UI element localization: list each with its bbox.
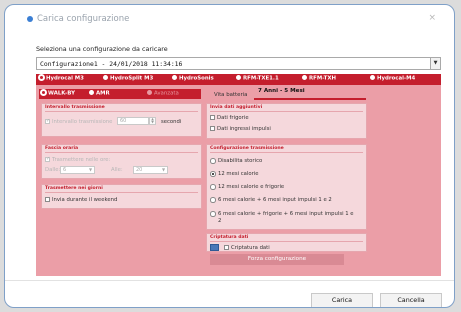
- option-label: 6 mesi calorie + frigorie + 6 mesi input…: [218, 211, 354, 217]
- option-label: 12 mesi calorie e frigorie: [218, 184, 285, 190]
- option-disable-history-radio[interactable]: [210, 158, 216, 164]
- option-12-months-heat-radio[interactable]: [210, 171, 216, 177]
- mode-walk-by[interactable]: WALK-BY: [41, 90, 75, 97]
- protocol-label: Hydrocal M3: [46, 75, 84, 82]
- divider: [210, 152, 363, 153]
- battery-underline: [254, 98, 366, 100]
- cancel-button[interactable]: Cancella: [380, 293, 442, 307]
- divider: [45, 111, 198, 112]
- mode-bar: WALK-BY AMR Avanzata: [39, 89, 201, 99]
- protocol-label: RFM-TXH: [309, 75, 336, 82]
- option-label: 12 mesi calorie: [218, 171, 259, 177]
- radio-icon: [302, 75, 307, 80]
- radio-icon: [103, 75, 108, 80]
- radio-selected-icon: [39, 75, 44, 80]
- time-window-checkbox[interactable]: [45, 156, 50, 162]
- weekend-label: Invia durante il weekend: [52, 197, 118, 203]
- encryption-group: Criptatura dati Criptatura dati: [206, 233, 367, 252]
- pulse-data-checkbox[interactable]: [210, 126, 215, 131]
- protocol-label: HydroSonis: [179, 75, 214, 82]
- load-button[interactable]: Carica: [311, 293, 373, 307]
- load-configuration-dialog: Carica configurazione × Seleziona una co…: [4, 4, 455, 308]
- option-label-continued: 2: [218, 218, 222, 224]
- protocol-label: Hydrocal-M4: [377, 75, 416, 82]
- protocol-hydrosonis[interactable]: HydroSonis: [172, 75, 214, 82]
- weekend-checkbox[interactable]: [45, 197, 50, 202]
- option-12-months-heat-cool-radio[interactable]: [210, 184, 216, 190]
- interval-stepper[interactable]: ▲ ▼: [149, 117, 156, 125]
- image-icon: [210, 244, 219, 251]
- chevron-down-icon: ▼: [89, 167, 93, 172]
- from-label: Dalle:: [45, 167, 61, 173]
- select-configuration-label: Seleziona una configurazione da caricare: [36, 45, 168, 53]
- protocol-rfm-txh[interactable]: RFM-TXH: [302, 75, 336, 82]
- group-title: Criptatura dati: [210, 235, 249, 240]
- mode-label: WALK-BY: [48, 90, 75, 97]
- divider: [210, 241, 363, 242]
- interval-unit: secondi: [161, 119, 182, 125]
- option-label: Disabilita storico: [218, 158, 263, 164]
- battery-value: 7 Anni - 5 Mesi: [258, 88, 305, 94]
- cooling-data-label: Dati frigorie: [217, 115, 249, 121]
- cooling-data-checkbox[interactable]: [210, 115, 215, 120]
- protocol-label: HydroSplit M3: [110, 75, 154, 82]
- mode-label: Avanzata: [154, 90, 179, 97]
- protocol-bar: Hydrocal M3 HydroSplit M3 HydroSonis RFM…: [36, 74, 441, 85]
- option-label: 6 mesi calorie + 6 mesi input impulsi 1 …: [218, 197, 332, 203]
- interval-input[interactable]: 60: [117, 117, 149, 125]
- configuration-select[interactable]: Configurazione1 - 24/01/2018 11:34:16 ▼: [36, 57, 441, 70]
- app-icon: [27, 16, 33, 22]
- radio-icon: [147, 90, 152, 95]
- divider: [45, 152, 198, 153]
- dialog-title: Carica configurazione: [37, 14, 130, 24]
- divider: [210, 111, 363, 112]
- force-configuration-button[interactable]: Forza configurazione: [210, 254, 344, 265]
- protocol-hydrocal-m3[interactable]: Hydrocal M3: [39, 75, 84, 82]
- protocol-hydrosplit-m3[interactable]: HydroSplit M3: [103, 75, 153, 82]
- mode-amr[interactable]: AMR: [89, 90, 110, 97]
- encryption-label: Criptatura dati: [231, 245, 270, 251]
- title-bar: Carica configurazione ×: [5, 5, 454, 31]
- protocol-rfm-txe[interactable]: RFM-TXE1.1: [236, 75, 279, 82]
- interval-group: Intervallo trasmissione Intervallo trasm…: [41, 103, 202, 137]
- radio-icon: [172, 75, 177, 80]
- group-title: Fascia oraria: [45, 146, 79, 151]
- close-icon[interactable]: ×: [428, 13, 436, 23]
- battery-label: Vita batteria: [214, 92, 248, 98]
- time-window-label: Trasmettere nelle ore:: [52, 157, 111, 163]
- radio-icon: [236, 75, 241, 80]
- mode-avanzata: Avanzata: [147, 90, 179, 97]
- chevron-down-icon[interactable]: ▼: [430, 58, 440, 69]
- option-6-months-heat-cool-pulses-radio[interactable]: [210, 211, 216, 217]
- radio-icon: [89, 90, 94, 95]
- group-title: Configurazione trasmissione: [210, 146, 284, 151]
- transmission-config-group: Configurazione trasmissione Disabilita s…: [206, 144, 367, 230]
- extra-data-group: Invia dati aggiuntivi Dati frigorie Dati…: [206, 103, 367, 139]
- time-window-group: Fascia oraria Trasmettere nelle ore: Dal…: [41, 144, 202, 179]
- chevron-down-icon: ▼: [162, 167, 166, 172]
- weekend-group: Trasmettere nei giorni Invia durante il …: [41, 184, 202, 209]
- to-label: Alle:: [111, 167, 123, 173]
- configuration-panel: Hydrocal M3 HydroSplit M3 HydroSonis RFM…: [36, 74, 441, 276]
- group-title: Invia dati aggiuntivi: [210, 105, 263, 110]
- interval-label: Intervallo trasmissione: [52, 119, 113, 125]
- encryption-checkbox[interactable]: [224, 245, 229, 250]
- option-6-months-pulses-radio[interactable]: [210, 197, 216, 203]
- protocol-hydrocal-m4[interactable]: Hydrocal-M4: [370, 75, 415, 82]
- radio-icon: [370, 75, 375, 80]
- mode-label: AMR: [96, 90, 110, 97]
- radio-selected-icon: [41, 90, 46, 95]
- configuration-value: Configurazione1 - 24/01/2018 11:34:16: [40, 60, 183, 68]
- footer-divider: [5, 280, 454, 281]
- group-title: Trasmettere nei giorni: [45, 186, 103, 191]
- pulse-data-label: Dati ingressi impulsi: [217, 126, 271, 132]
- protocol-label: RFM-TXE1.1: [243, 75, 279, 82]
- interval-checkbox[interactable]: [45, 118, 50, 124]
- group-title: Intervallo trasmissione: [45, 105, 105, 110]
- divider: [45, 192, 198, 193]
